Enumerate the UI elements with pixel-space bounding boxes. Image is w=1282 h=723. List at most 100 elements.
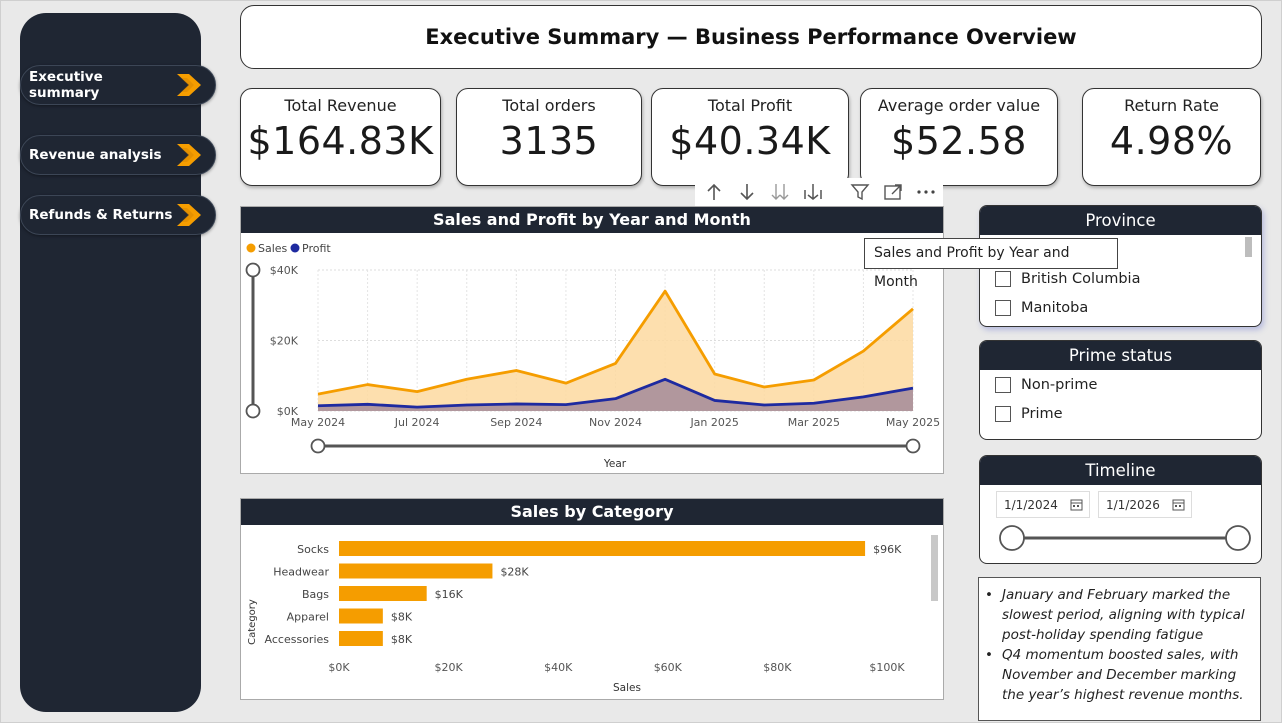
category-label: Accessories xyxy=(265,633,330,646)
checkbox[interactable] xyxy=(995,376,1011,393)
x-tick-label: $100K xyxy=(869,661,905,674)
y-zoom-handle-bottom[interactable] xyxy=(245,403,261,419)
category-label: Socks xyxy=(297,543,329,556)
scrollbar-thumb[interactable] xyxy=(1245,237,1252,257)
kpi-label: Average order value xyxy=(877,96,1041,115)
x-tick-label: Jul 2024 xyxy=(394,416,440,429)
sales-by-category-panel[interactable]: Sales by Category Socks $96K Headwear $28K B… xyxy=(240,498,944,700)
filter-icon[interactable] xyxy=(847,181,873,203)
nav-item-label: Executive summary xyxy=(29,69,103,101)
prime-option-prime[interactable]: Prime xyxy=(980,399,1261,428)
prime-option-non-prime[interactable]: Non-prime xyxy=(980,370,1261,399)
kpi-card-return-rate[interactable]: Return Rate 4.98% xyxy=(1082,88,1261,186)
page-title: Executive Summary — Business Performance… xyxy=(425,25,1077,49)
arrow-up-icon[interactable] xyxy=(701,181,727,203)
kpi-value: 3135 xyxy=(499,119,599,163)
y-zoom-handle-top[interactable] xyxy=(245,262,261,278)
province-option-manitoba[interactable]: Manitoba xyxy=(980,293,1261,322)
prime-status-slicer: Prime status Non-prime Prime xyxy=(979,340,1262,440)
x-tick-label: $80K xyxy=(763,661,792,674)
y-tick-label: $20K xyxy=(270,335,299,348)
bar-bags[interactable] xyxy=(339,586,427,601)
focus-mode-icon[interactable] xyxy=(880,181,906,203)
checkbox[interactable] xyxy=(995,405,1011,422)
insight-item: January and February marked the slowest … xyxy=(985,585,1252,645)
legend-profit-marker xyxy=(290,243,300,253)
x-tick-label: Jan 2025 xyxy=(689,416,738,429)
more-options-icon[interactable] xyxy=(913,181,939,203)
sales-by-category-bar-chart[interactable]: Socks $96K Headwear $28K Bags $16K Apparel $8K A… xyxy=(241,525,943,699)
kpi-card-total-revenue[interactable]: Total Revenue $164.83K xyxy=(240,88,441,186)
y-axis-title: Category xyxy=(247,599,258,645)
data-label: $8K xyxy=(391,633,413,646)
kpi-label: Total Revenue xyxy=(284,96,397,115)
double-arrow-down-icon[interactable] xyxy=(767,181,793,203)
sales-profit-area-chart[interactable]: $0K$20K$40K May 2024 Jul 2024 Sep 2024 Nov … xyxy=(241,233,943,473)
x-tick-label: $20K xyxy=(434,661,463,674)
bar-accessories[interactable] xyxy=(339,631,383,646)
x-tick-label: May 2024 xyxy=(291,416,345,429)
checkbox[interactable] xyxy=(995,299,1011,316)
x-tick-label: $0K xyxy=(328,661,350,674)
category-label: Apparel xyxy=(287,611,329,624)
kpi-card-average-order-value[interactable]: Average order value $52.58 xyxy=(860,88,1058,186)
x-tick-label: May 2025 xyxy=(886,416,940,429)
bar-apparel[interactable] xyxy=(339,608,383,624)
start-date-value: 1/1/2024 xyxy=(1004,497,1058,512)
x-tick-label: $60K xyxy=(654,661,683,674)
expand-hierarchy-icon[interactable] xyxy=(800,181,826,203)
sales-profit-chart-panel[interactable]: Sales and Profit by Year and Month $0K $2… xyxy=(240,206,944,474)
slicer-title: Province xyxy=(980,206,1261,235)
visual-header-toolbar xyxy=(695,178,943,206)
arrow-down-icon[interactable] xyxy=(734,181,760,203)
start-date-input[interactable]: 1/1/2024 xyxy=(996,491,1090,518)
chevron-right-icon xyxy=(177,144,201,166)
bar-socks[interactable] xyxy=(339,541,866,556)
category-label: Headwear xyxy=(273,566,329,579)
timeline-slicer: Timeline 1/1/2024 1/1/2026 xyxy=(979,455,1262,564)
title-banner: Executive Summary — Business Performance… xyxy=(240,5,1262,69)
x-zoom-handle-right[interactable] xyxy=(905,438,921,454)
kpi-value: $52.58 xyxy=(891,119,1027,163)
category-label: Bags xyxy=(302,588,329,601)
kpi-label: Return Rate xyxy=(1124,96,1219,115)
kpi-value: $164.83K xyxy=(247,119,434,163)
visual-tooltip: Sales and Profit by Year and Month xyxy=(864,238,1118,290)
legend-sales-label: Sales xyxy=(258,242,288,255)
scrollbar-thumb[interactable] xyxy=(931,535,938,601)
chart-title: Sales and Profit by Year and Month xyxy=(241,207,943,233)
slider-handle-start[interactable] xyxy=(999,525,1025,551)
chart-title: Sales by Category xyxy=(241,499,943,525)
checkbox[interactable] xyxy=(995,270,1011,287)
option-label: Prime xyxy=(1021,405,1063,422)
legend-profit-label: Profit xyxy=(302,242,331,255)
chevron-right-icon xyxy=(177,204,201,226)
calendar-icon[interactable] xyxy=(1070,498,1083,511)
x-tick-label: Mar 2025 xyxy=(788,416,840,429)
y-tick-label: $40K xyxy=(270,264,299,277)
option-label: Manitoba xyxy=(1021,299,1089,316)
legend-sales-marker xyxy=(246,243,256,253)
nav-executive-summary-button[interactable]: Executive summary xyxy=(20,65,216,105)
date-range-slider[interactable] xyxy=(980,521,1262,561)
nav-refunds-returns-button[interactable]: Refunds & Returns xyxy=(20,195,216,235)
kpi-label: Total Profit xyxy=(707,96,793,115)
data-label: $16K xyxy=(435,588,464,601)
slicer-title: Timeline xyxy=(980,456,1261,485)
kpi-card-total-orders[interactable]: Total orders 3135 xyxy=(456,88,642,186)
kpi-card-total-profit[interactable]: Total Profit $40.34K xyxy=(651,88,849,186)
slider-handle-end[interactable] xyxy=(1225,525,1251,551)
option-label: British Columbia xyxy=(1021,270,1141,287)
nav-revenue-analysis-button[interactable]: Revenue analysis xyxy=(20,135,216,175)
bar-headwear[interactable] xyxy=(339,563,493,579)
calendar-icon[interactable] xyxy=(1172,498,1185,511)
chevron-right-icon xyxy=(177,74,201,96)
option-label: Non-prime xyxy=(1021,376,1098,393)
insights-text-box: January and February marked the slowest … xyxy=(978,577,1261,721)
x-zoom-handle-left[interactable] xyxy=(310,438,326,454)
kpi-value: 4.98% xyxy=(1109,119,1234,163)
slicer-title: Prime status xyxy=(980,341,1261,370)
kpi-value: $40.34K xyxy=(669,119,831,163)
x-tick-label: $40K xyxy=(544,661,573,674)
end-date-input[interactable]: 1/1/2026 xyxy=(1098,491,1192,518)
